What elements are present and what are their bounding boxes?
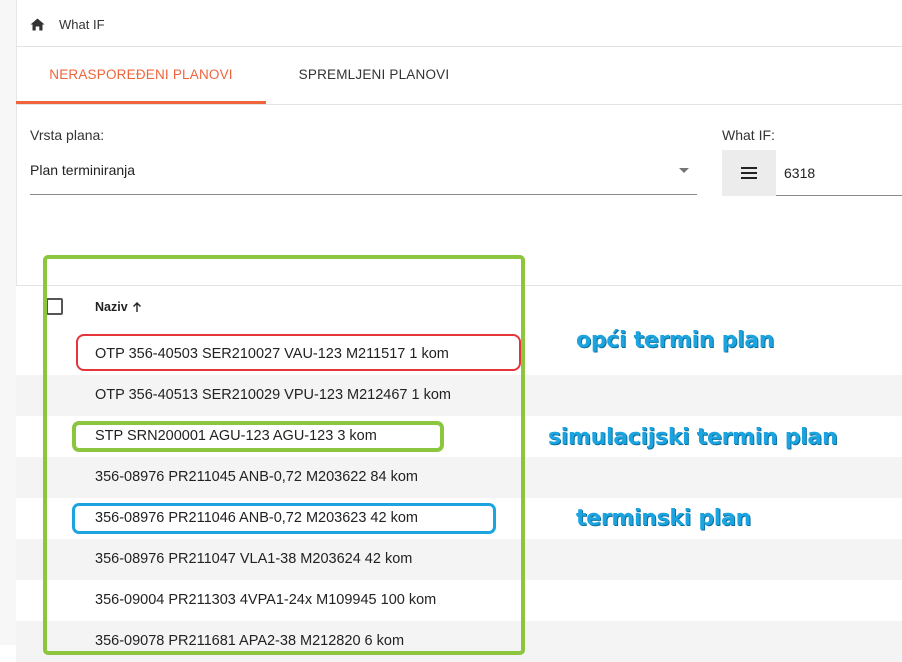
- table-row[interactable]: 356-09004 PR211303 4VPA1-24x M109945 100…: [16, 580, 902, 621]
- home-icon[interactable]: [30, 18, 45, 31]
- tab-unscheduled-plans[interactable]: NERASPOREĐENI PLANOVI: [16, 47, 266, 103]
- select-all-checkbox[interactable]: [46, 298, 63, 315]
- active-tab-indicator: [16, 101, 266, 104]
- whatif-input[interactable]: [776, 150, 902, 196]
- row-name: 356-08976 PR211045 ANB-0,72 M203622 84 k…: [95, 469, 418, 485]
- row-name: 356-09078 PR211681 APA2-38 M212820 6 kom: [95, 633, 405, 649]
- breadcrumb-label[interactable]: What IF: [59, 17, 105, 32]
- table-row[interactable]: 356-08976 PR211046 ANB-0,72 M203623 42 k…: [16, 498, 902, 539]
- annotation-label-general: opći termin plan: [576, 328, 775, 353]
- arrow-up-icon: [132, 301, 142, 313]
- plan-type-value: Plan terminiranja: [30, 162, 136, 178]
- annotation-label-term: terminski plan: [576, 506, 751, 531]
- table-row[interactable]: OTP 356-40513 SER210029 VPU-123 M212467 …: [16, 375, 902, 416]
- row-name: OTP 356-40513 SER210029 VPU-123 M212467 …: [95, 387, 452, 403]
- plan-type-select[interactable]: Plan terminiranja: [30, 150, 697, 195]
- breadcrumb: What IF: [30, 17, 105, 32]
- row-name: 356-08976 PR211046 ANB-0,72 M203623 42 k…: [95, 510, 418, 526]
- column-header-label: Naziv: [95, 300, 128, 314]
- menu-icon: [741, 167, 757, 179]
- annotation-label-simulation: simulacijski termin plan: [548, 425, 838, 450]
- row-name: 356-09004 PR211303 4VPA1-24x M109945 100…: [95, 592, 437, 608]
- column-header-naziv[interactable]: Naziv: [95, 300, 142, 314]
- table-row[interactable]: 356-08976 PR211045 ANB-0,72 M203622 84 k…: [16, 457, 902, 498]
- dropdown-arrow-icon: [679, 168, 689, 173]
- tab-bar: NERASPOREĐENI PLANOVI SPREMLJENI PLANOVI: [16, 47, 902, 105]
- table-row[interactable]: 356-08976 PR211047 VLA1-38 M203624 42 ko…: [16, 539, 902, 580]
- row-name: OTP 356-40503 SER210027 VAU-123 M211517 …: [95, 346, 449, 362]
- left-rail: [0, 0, 17, 645]
- tab-saved-plans[interactable]: SPREMLJENI PLANOVI: [266, 47, 482, 103]
- row-name: 356-08976 PR211047 VLA1-38 M203624 42 ko…: [95, 551, 413, 567]
- table-row[interactable]: 356-09078 PR211681 APA2-38 M212820 6 kom: [16, 621, 902, 662]
- whatif-menu-button[interactable]: [722, 150, 776, 196]
- plan-type-label: Vrsta plana:: [30, 127, 105, 143]
- row-name: STP SRN200001 AGU-123 AGU-123 3 kom: [95, 428, 377, 444]
- whatif-label: What IF:: [722, 127, 775, 143]
